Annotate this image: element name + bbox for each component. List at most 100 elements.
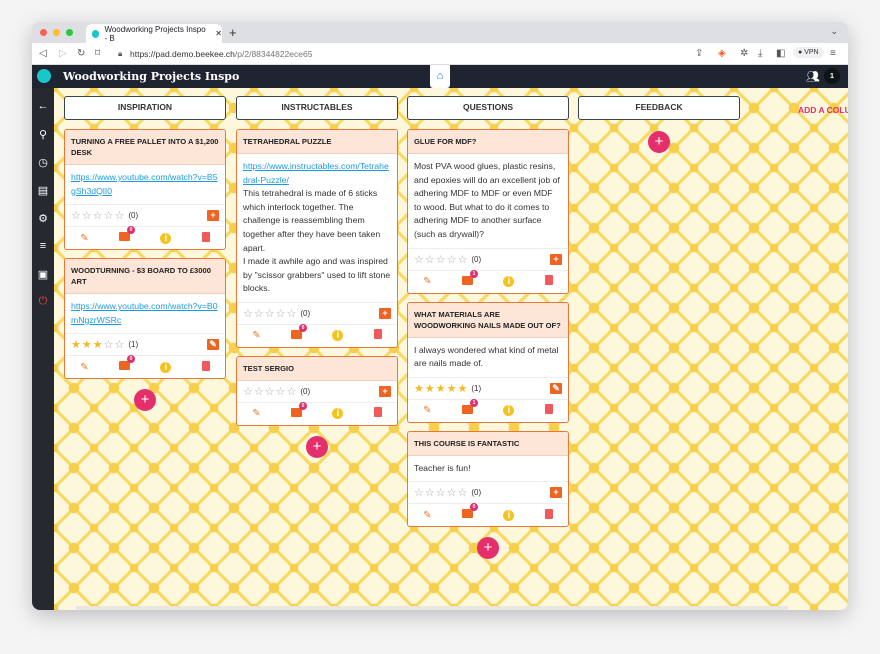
users-icon[interactable]: 👥︎ <box>806 70 820 83</box>
star-icon[interactable]: ☆ <box>447 253 457 266</box>
trash-icon[interactable] <box>201 231 210 245</box>
info-icon[interactable]: i <box>332 330 344 342</box>
edit-icon[interactable]: ✎ <box>423 405 431 416</box>
star-icon[interactable]: ☆ <box>287 385 297 398</box>
star-icon[interactable]: ☆ <box>254 307 264 320</box>
reload-icon[interactable]: ↻ <box>77 48 85 59</box>
sort-icon[interactable]: ≡ <box>32 240 54 252</box>
power-icon[interactable]: ⏻ <box>32 295 54 308</box>
trash-icon[interactable] <box>544 508 553 522</box>
edit-review-icon[interactable]: ✎ <box>550 382 562 394</box>
comments-icon[interactable]: 0 <box>461 503 478 521</box>
add-column-button[interactable]: ADD A COLUMN <box>798 105 848 115</box>
star-icon[interactable]: ☆ <box>115 338 125 351</box>
minimize-window-button[interactable] <box>53 29 60 36</box>
star-icon[interactable]: ☆ <box>254 385 264 398</box>
star-icon[interactable]: ☆ <box>436 486 446 499</box>
star-icon[interactable]: ★ <box>436 382 446 395</box>
home-icon[interactable]: ⌂ <box>430 65 450 88</box>
trash-icon[interactable] <box>373 407 382 420</box>
star-icon[interactable]: ☆ <box>243 307 253 320</box>
star-icon[interactable]: ☆ <box>425 253 435 266</box>
close-tab-icon[interactable]: ✕ <box>215 29 222 38</box>
star-icon[interactable]: ★ <box>447 382 457 395</box>
column-header[interactable]: FEEDBACK <box>578 96 740 120</box>
info-icon[interactable]: i <box>160 361 172 373</box>
star-icon[interactable]: ☆ <box>436 253 446 266</box>
star-icon[interactable]: ☆ <box>458 486 468 499</box>
info-icon[interactable]: i <box>160 232 172 244</box>
url-field[interactable]: https://pad.demo.beekee.ch/p/2/88344822e… <box>130 49 312 59</box>
search-icon[interactable]: ⚲ <box>32 128 54 141</box>
star-icon[interactable]: ☆ <box>425 486 435 499</box>
star-icon[interactable]: ★ <box>71 338 81 351</box>
history-icon[interactable]: ◷ <box>32 156 54 169</box>
download-icon[interactable]: ⤓ <box>758 48 762 59</box>
back-icon[interactable]: ← <box>32 100 54 112</box>
edit-icon[interactable]: ✎ <box>252 408 260 419</box>
star-icon[interactable]: ☆ <box>458 253 468 266</box>
new-tab-button[interactable]: + <box>229 25 237 40</box>
add-card-button[interactable]: + <box>306 435 328 458</box>
star-icon[interactable]: ★ <box>425 382 435 395</box>
back-nav-icon[interactable]: ◁ <box>39 48 47 59</box>
forward-nav-icon[interactable]: ▷ <box>59 48 67 59</box>
star-icon[interactable]: ☆ <box>115 209 125 222</box>
info-icon[interactable]: i <box>503 405 515 417</box>
star-icon[interactable]: ☆ <box>447 486 457 499</box>
add-review-icon[interactable]: + <box>550 253 562 265</box>
star-icon[interactable]: ☆ <box>104 209 114 222</box>
info-icon[interactable]: i <box>503 276 515 288</box>
column-header[interactable]: QUESTIONS <box>407 96 569 120</box>
column-header[interactable]: INSTRUCTABLES <box>236 96 398 120</box>
add-review-icon[interactable]: + <box>207 210 219 222</box>
column-header[interactable]: INSPIRATION <box>64 96 226 120</box>
edit-review-icon[interactable]: ✎ <box>207 339 219 351</box>
add-card-button[interactable]: + <box>648 131 670 153</box>
share-icon[interactable]: ⇪ <box>695 48 703 59</box>
browser-tab[interactable]: Woodworking Projects Inspo - B ✕ <box>86 24 222 43</box>
edit-icon[interactable]: ✎ <box>423 510 431 521</box>
card-link[interactable]: https://www.instructables.com/Tetrahedra… <box>243 161 389 185</box>
comments-icon[interactable]: 1 <box>461 269 478 288</box>
add-card-button[interactable]: + <box>134 389 156 412</box>
bookmark-icon[interactable]: ⌑ <box>95 48 100 59</box>
star-icon[interactable]: ☆ <box>93 209 103 222</box>
comments-icon[interactable]: 0 <box>290 323 307 342</box>
brave-shield-icon[interactable]: ◈ <box>718 48 726 59</box>
edit-icon[interactable]: ✎ <box>423 276 431 287</box>
add-review-icon[interactable]: + <box>379 307 391 319</box>
edit-icon[interactable]: ✎ <box>80 362 88 373</box>
comments-icon[interactable]: 0 <box>118 355 135 373</box>
add-card-button[interactable]: + <box>477 537 499 560</box>
edit-icon[interactable]: ✎ <box>252 330 260 341</box>
star-icon[interactable]: ☆ <box>287 307 297 320</box>
info-icon[interactable]: i <box>332 408 344 420</box>
extensions-icon[interactable]: ✲ <box>740 48 748 59</box>
app-logo[interactable] <box>37 69 51 83</box>
trash-icon[interactable] <box>201 360 210 374</box>
info-icon[interactable]: i <box>503 509 515 521</box>
sidebar-toggle-icon[interactable]: ◧ <box>776 48 785 59</box>
trash-icon[interactable] <box>544 404 553 417</box>
tab-list-chevron-icon[interactable]: ⌄ <box>830 26 838 37</box>
star-icon[interactable]: ★ <box>82 338 92 351</box>
comments-icon[interactable]: 1 <box>461 398 478 417</box>
star-icon[interactable]: ☆ <box>265 307 275 320</box>
maximize-window-button[interactable] <box>66 29 73 36</box>
star-icon[interactable]: ☆ <box>265 385 275 398</box>
star-icon[interactable]: ☆ <box>243 385 253 398</box>
add-review-icon[interactable]: + <box>550 487 562 499</box>
star-icon[interactable]: ☆ <box>276 307 286 320</box>
settings-icon[interactable]: ⚙ <box>32 212 54 225</box>
card-link[interactable]: https://www.youtube.com/watch?v=B5gSh3dQ… <box>71 172 218 196</box>
add-review-icon[interactable]: + <box>379 385 391 397</box>
edit-icon[interactable]: ✎ <box>80 233 88 244</box>
slideshow-icon[interactable]: ▣ <box>32 268 54 281</box>
star-icon[interactable]: ★ <box>414 382 424 395</box>
star-icon[interactable]: ☆ <box>414 486 424 499</box>
trash-icon[interactable] <box>373 329 382 342</box>
comments-icon[interactable]: 0 <box>290 401 307 420</box>
star-icon[interactable]: ★ <box>458 382 468 395</box>
star-icon[interactable]: ☆ <box>71 209 81 222</box>
